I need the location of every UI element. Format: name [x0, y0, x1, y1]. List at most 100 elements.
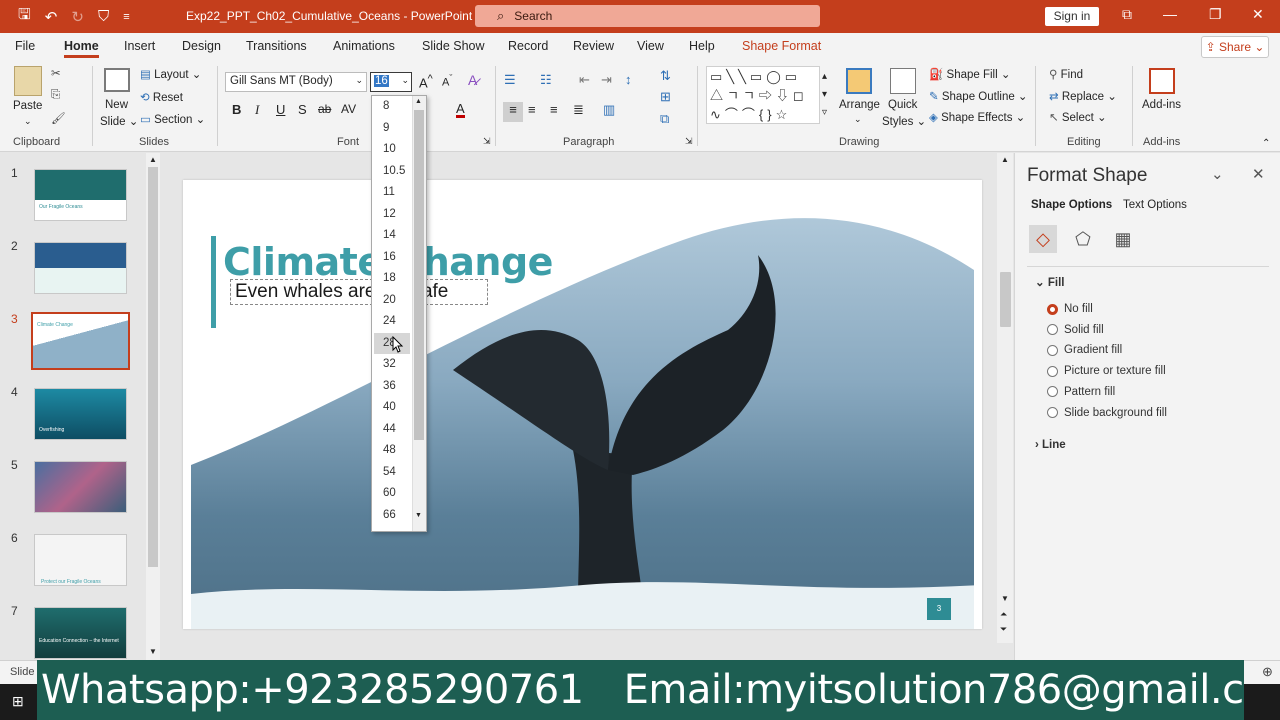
section-button[interactable]: ▭ Section ⌄ [140, 112, 205, 126]
font-size-option[interactable]: 9 [372, 118, 412, 139]
paste-button[interactable]: Paste [13, 100, 42, 112]
fill-option[interactable]: Picture or texture fill [1047, 365, 1166, 377]
scroll-up-icon[interactable]: ▲ [415, 98, 422, 105]
add-ins-button[interactable]: Add-ins [1142, 99, 1181, 111]
quick-styles-icon[interactable] [890, 68, 916, 94]
font-size-dropdown[interactable]: 8 9 10 10.5 11 12 14 16 18 20 24 28 32 36 40 44 48 54 60 66… [371, 95, 427, 532]
font-size-option[interactable]: 44 [372, 419, 412, 440]
radio-button[interactable] [1047, 407, 1058, 418]
scroll-up-icon[interactable]: ▲ [1001, 155, 1009, 164]
font-size-option[interactable]: 32 [372, 354, 412, 375]
tab-transitions[interactable]: Transitions [246, 39, 307, 53]
scroll-down-icon[interactable]: ▼ [149, 647, 157, 656]
slide-thumbnail-5[interactable] [34, 461, 127, 513]
redo-icon[interactable]: ↻ [71, 8, 84, 26]
save-icon[interactable]: 🖫 [18, 4, 31, 29]
dropdown-scrollbar[interactable]: ▲ ▼ [412, 96, 426, 531]
tab-record[interactable]: Record [508, 39, 548, 53]
font-dialog-launcher-icon[interactable]: ⇲ [483, 136, 491, 147]
paste-dropdown-icon[interactable]: ⌄ [24, 116, 32, 127]
slide-subtitle-textbox[interactable]: Even whales are not safe [230, 279, 488, 305]
align-left-icon[interactable]: ≡ [503, 102, 523, 122]
radio-button[interactable] [1047, 386, 1058, 398]
font-name-box[interactable]: Gill Sans MT (Body) ⌄ [225, 72, 367, 92]
size-properties-icon[interactable]: ▦ [1109, 225, 1137, 253]
format-painter-icon[interactable]: 🖌 [51, 111, 66, 125]
customize-toolbar-icon[interactable]: ≡ [123, 11, 129, 23]
font-size-option[interactable]: 66 [372, 505, 412, 526]
decrease-font-icon[interactable]: Aˇ [442, 73, 452, 89]
tab-text-options[interactable]: Text Options [1123, 199, 1187, 211]
effects-icon[interactable]: ⬠ [1069, 225, 1097, 253]
slide-thumbnail-3[interactable]: Climate Change [31, 312, 130, 370]
decrease-indent-icon[interactable]: ⇤ [579, 72, 590, 88]
font-size-dropdown-icon[interactable]: ⌄ [401, 75, 409, 86]
font-size-option[interactable]: 20 [372, 290, 412, 311]
fill-option[interactable]: Pattern fill [1047, 386, 1115, 398]
thumbnails-scrollbar[interactable]: ▲ ▼ [146, 153, 160, 660]
font-color-icon[interactable]: A [456, 102, 465, 118]
font-size-option[interactable]: 14 [372, 225, 412, 246]
italic-icon[interactable]: I [255, 102, 259, 118]
radio-button[interactable] [1047, 324, 1058, 336]
radio-button[interactable] [1047, 365, 1058, 377]
font-size-option[interactable]: 12 [372, 204, 412, 225]
copy-icon[interactable]: ⎘ [51, 89, 60, 102]
font-size-option[interactable]: 40 [372, 397, 412, 418]
align-text-icon[interactable]: ⊞ [660, 89, 671, 105]
slide-thumbnail-6[interactable]: Protect our Fragile Oceans [34, 534, 127, 586]
slide-thumbnail-4[interactable]: Overfishing [34, 388, 127, 440]
tab-help[interactable]: Help [689, 39, 715, 53]
strikethrough-icon[interactable]: ab [318, 102, 331, 116]
close-pane-icon[interactable]: ✕ [1252, 165, 1265, 183]
scroll-down-icon[interactable]: ▼ [1001, 594, 1009, 603]
shadow-icon[interactable]: S [298, 102, 307, 117]
next-slide-icon[interactable]: ⏷ [1000, 624, 1007, 635]
character-spacing-icon[interactable]: AV [341, 102, 356, 116]
fill-line-icon[interactable]: ◇ [1029, 225, 1057, 253]
quick-styles-label-1[interactable]: Quick [888, 99, 917, 111]
radio-button[interactable] [1047, 303, 1058, 315]
ribbon-display-icon[interactable]: ⧉ [1122, 6, 1132, 23]
smartart-icon[interactable]: ⧉ [660, 111, 669, 127]
font-size-option[interactable]: 24 [372, 311, 412, 332]
arrange-dropdown-icon[interactable]: ⌄ [854, 114, 862, 125]
shapes-gallery-scroll-icon[interactable]: ▴ ▾ ▿ [822, 68, 827, 122]
fill-option[interactable]: No fill [1047, 303, 1093, 315]
text-direction-icon[interactable]: ⇅ [660, 68, 671, 84]
align-center-icon[interactable]: ≡ [528, 102, 536, 117]
bold-icon[interactable]: B [232, 102, 241, 117]
font-size-box[interactable]: 16 ⌄ [370, 72, 412, 92]
font-size-option[interactable]: 11 [372, 182, 412, 203]
new-slide-label-2[interactable]: Slide ⌄ [100, 114, 138, 128]
tab-insert[interactable]: Insert [124, 39, 155, 53]
undo-icon[interactable]: ↶ [45, 8, 58, 26]
underline-icon[interactable]: U [276, 102, 285, 117]
windows-start-icon[interactable]: ⊞ [12, 693, 24, 710]
font-size-option[interactable]: 16 [372, 247, 412, 268]
slide-scroll-thumb[interactable] [1000, 272, 1011, 327]
scroll-thumb[interactable] [148, 167, 158, 567]
replace-button[interactable]: ⇄ Replace ⌄ [1049, 89, 1117, 103]
font-size-option[interactable]: 48 [372, 440, 412, 461]
scroll-up-icon[interactable]: ▲ [149, 155, 157, 164]
tab-home[interactable]: Home [64, 39, 99, 58]
arrange-button[interactable]: Arrange [839, 99, 880, 111]
font-size-option[interactable]: 60 [372, 483, 412, 504]
columns-icon[interactable]: ▥ [603, 102, 615, 118]
tab-animations[interactable]: Animations [333, 39, 395, 53]
share-button[interactable]: ⇪ Share ⌄ [1201, 36, 1269, 58]
find-button[interactable]: ⚲ Find [1049, 67, 1083, 81]
close-icon[interactable]: ✕ [1252, 6, 1264, 23]
justify-icon[interactable]: ≣ [573, 102, 584, 118]
radio-button[interactable] [1047, 344, 1058, 356]
tab-shape-format[interactable]: Shape Format [742, 39, 821, 53]
sign-in-button[interactable]: Sign in [1045, 7, 1099, 26]
font-size-option[interactable]: 10.5 [372, 161, 412, 182]
tab-view[interactable]: View [637, 39, 664, 53]
fill-option[interactable]: Slide background fill [1047, 407, 1167, 419]
new-slide-icon[interactable] [104, 68, 130, 92]
minimize-icon[interactable]: — [1163, 6, 1177, 22]
new-slide-label-1[interactable]: New [105, 99, 128, 111]
align-right-icon[interactable]: ≡ [550, 102, 558, 117]
